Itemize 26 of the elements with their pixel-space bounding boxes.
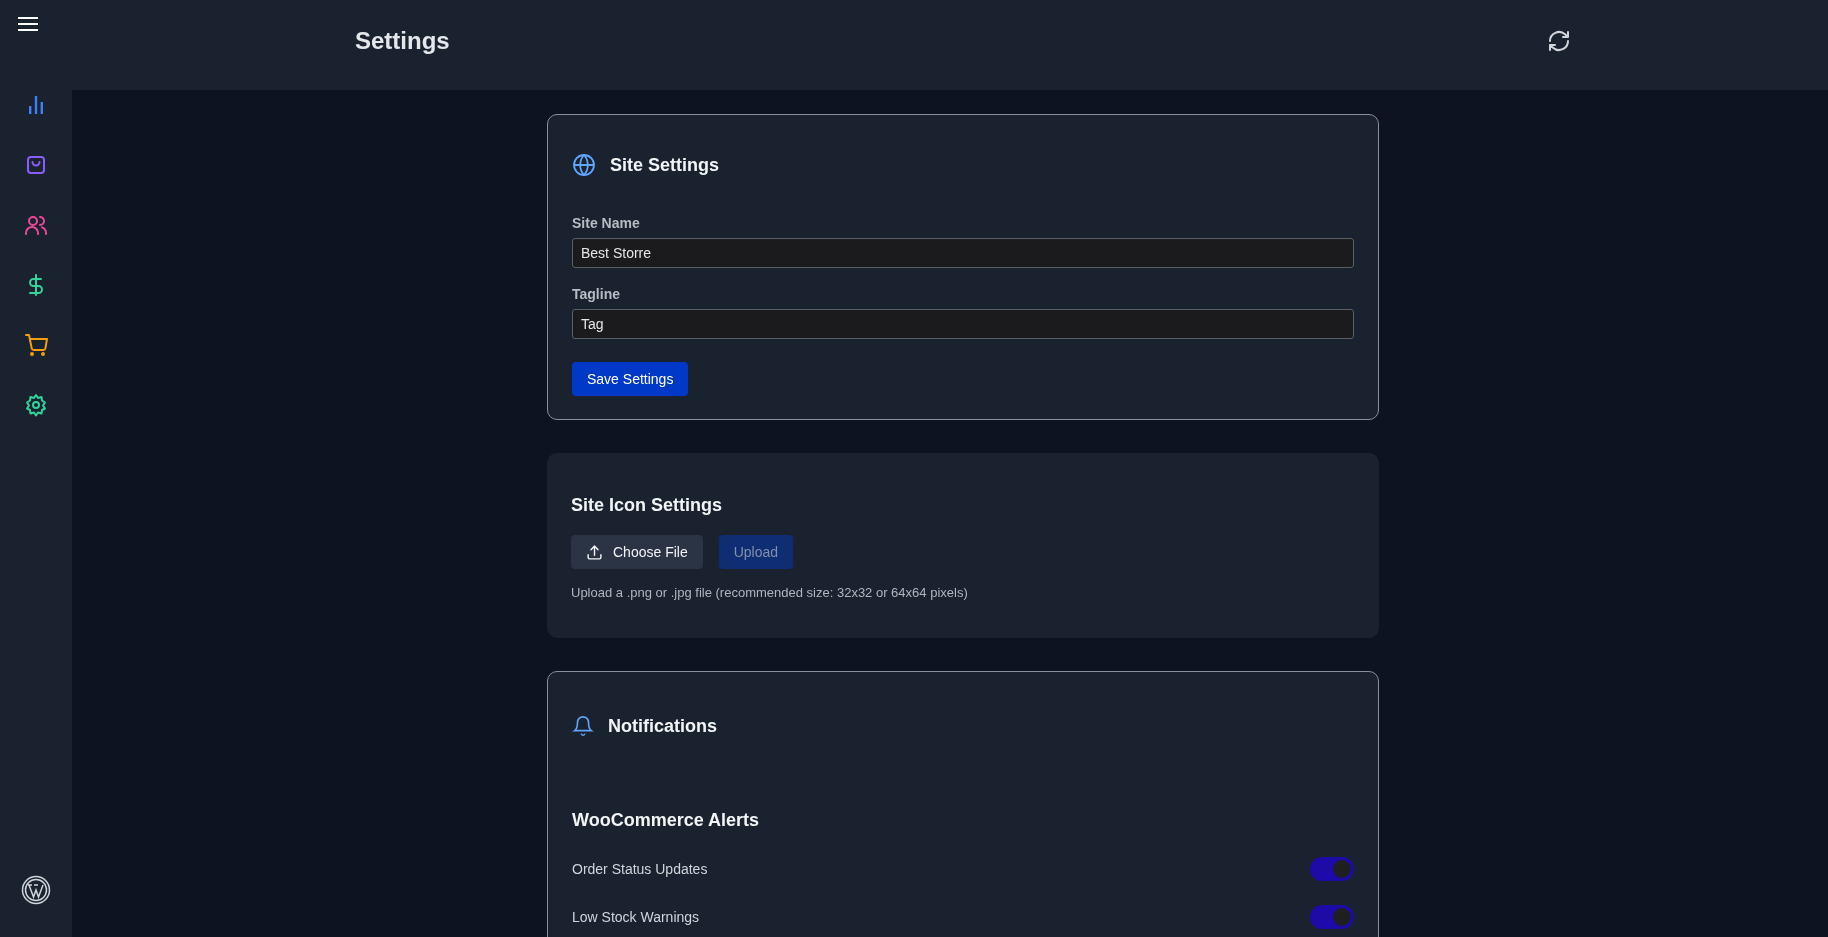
menu-icon[interactable] [18, 16, 38, 32]
users-icon[interactable] [24, 213, 48, 237]
field-label: Site Name [572, 215, 641, 231]
setting-label: Low Stock Warnings [572, 909, 700, 925]
card-title: Notifications [608, 715, 717, 737]
toggle-switch[interactable] [1310, 857, 1354, 881]
setting-label: Order Status Updates [572, 861, 708, 877]
wordpress-logo-icon[interactable] [21, 875, 51, 905]
gear-icon[interactable] [24, 393, 48, 417]
text-field[interactable]: Tag [572, 309, 1354, 339]
card-title: Site Settings [610, 154, 720, 176]
shopping-bag-icon[interactable] [24, 153, 48, 177]
help-text: Upload a .png or .jpg file (recommended size: 32x32 or 64x64 pixels) [571, 585, 969, 600]
cart-icon[interactable] [24, 333, 48, 357]
section-title: WooCommerce Alerts [572, 810, 761, 831]
choose-file-button[interactable]: Choose File [571, 535, 703, 569]
bell-icon [572, 714, 594, 738]
text-field[interactable]: Best Storre [572, 238, 1354, 268]
globe-icon [572, 153, 596, 177]
page-title: Settings [355, 27, 451, 55]
refresh-icon[interactable] [1547, 29, 1571, 53]
save-settings-button[interactable]: Save Settings [572, 362, 689, 396]
card-title: Site Icon Settings [571, 495, 724, 516]
field-label: Tagline [572, 286, 621, 302]
toggle-switch[interactable] [1310, 905, 1354, 929]
upload-icon [586, 543, 603, 561]
